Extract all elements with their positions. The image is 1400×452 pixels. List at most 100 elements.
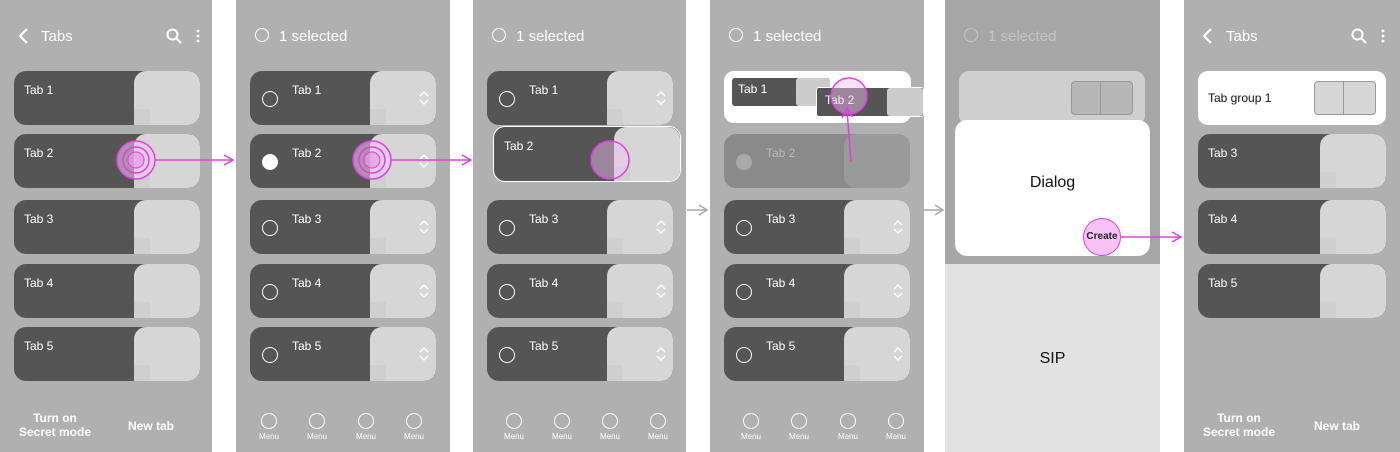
tab-label: Tab 4	[1208, 212, 1238, 226]
tab-checkbox[interactable]	[499, 347, 515, 363]
drag-handle-icon[interactable]	[418, 218, 430, 236]
menu-button[interactable]: Menu	[831, 413, 865, 441]
tab-card[interactable]: Tab 5	[1198, 264, 1386, 318]
tab-card[interactable]: Tab 1	[14, 71, 200, 125]
tab-card[interactable]: Tab 2	[14, 134, 200, 188]
menu-label: Menu	[837, 432, 858, 441]
back-icon[interactable]	[14, 26, 34, 46]
tab-checkbox[interactable]	[736, 347, 752, 363]
menu-button[interactable]: Menu	[641, 413, 675, 441]
menu-button[interactable]: Menu	[300, 413, 334, 441]
group-drop-target[interactable]: Tab 1 Tab 2	[724, 71, 924, 123]
screen-5-dialog: 1 selected SIP Dialog Create	[945, 0, 1160, 452]
tab-thumbnail	[844, 327, 910, 381]
menu-icon	[650, 413, 666, 429]
tab-card[interactable]: Tab 5	[724, 327, 910, 381]
drag-handle-icon[interactable]	[655, 218, 667, 236]
search-icon[interactable]	[166, 28, 182, 44]
tab-checkbox[interactable]	[262, 91, 278, 107]
flow-arrow	[687, 204, 709, 216]
tab-card[interactable]: Tab 3	[1198, 134, 1386, 188]
tab-checkbox[interactable]	[262, 154, 278, 170]
tab-card[interactable]: Tab 4	[724, 264, 910, 318]
tab-checkbox[interactable]	[262, 284, 278, 300]
tab-card[interactable]: Tab 1	[487, 71, 673, 125]
search-icon[interactable]	[1351, 28, 1367, 44]
drag-handle-icon[interactable]	[655, 282, 667, 300]
tab-thumbnail	[607, 71, 673, 125]
back-icon[interactable]	[1198, 26, 1218, 46]
menu-button[interactable]: Menu	[349, 413, 383, 441]
sip-label: SIP	[1039, 350, 1066, 367]
tab-card[interactable]: Tab 5	[14, 327, 200, 381]
tab-card[interactable]: Tab 3	[250, 200, 436, 254]
more-options-icon[interactable]	[196, 28, 200, 44]
tab-card[interactable]: Tab 5	[487, 327, 673, 381]
more-options-icon[interactable]	[1381, 28, 1385, 44]
select-all-checkbox[interactable]	[492, 28, 506, 42]
drag-handle-icon[interactable]	[418, 152, 430, 170]
drag-handle-icon[interactable]	[892, 345, 904, 363]
tab-card[interactable]: Tab 5	[250, 327, 436, 381]
tab-thumbnail	[887, 88, 923, 116]
menu-button[interactable]: Menu	[734, 413, 768, 441]
sip-keyboard[interactable]: SIP	[945, 264, 1160, 452]
menu-button[interactable]: Menu	[545, 413, 579, 441]
menu-label: Menu	[885, 432, 906, 441]
secret-mode-button[interactable]: Turn on Secret mode	[1194, 411, 1284, 439]
tab-checkbox[interactable]	[736, 154, 752, 170]
tab-card-dragging[interactable]: Tab 2	[493, 126, 681, 182]
tab-card[interactable]: Tab 3	[487, 200, 673, 254]
tab-card[interactable]: Tab 4	[487, 264, 673, 318]
tab-checkbox[interactable]	[736, 284, 752, 300]
tab-checkbox[interactable]	[499, 220, 515, 236]
tab-checkbox[interactable]	[262, 220, 278, 236]
drag-handle-icon[interactable]	[655, 89, 667, 107]
tab-card[interactable]: Tab 2	[250, 134, 436, 188]
new-tab-button[interactable]: New tab	[118, 419, 184, 433]
select-all-checkbox[interactable]	[255, 28, 269, 42]
menu-button[interactable]: Menu	[782, 413, 816, 441]
page-title: Tabs	[41, 28, 73, 45]
menu-button[interactable]: Menu	[593, 413, 627, 441]
drag-handle-icon[interactable]	[418, 282, 430, 300]
tab-card[interactable]: Tab 4	[1198, 200, 1386, 254]
menu-button[interactable]: Menu	[497, 413, 531, 441]
tab-card-mini: Tab 2	[816, 87, 924, 117]
menu-button[interactable]: Menu	[397, 413, 431, 441]
new-tab-button[interactable]: New tab	[1304, 419, 1370, 433]
menu-icon	[506, 413, 522, 429]
tab-thumbnail	[844, 264, 910, 318]
tab-card[interactable]: Tab 4	[250, 264, 436, 318]
tab-label: Tab 1	[24, 83, 54, 97]
tab-card[interactable]: Tab 4	[14, 264, 200, 318]
menu-label: Menu	[599, 432, 620, 441]
tab-checkbox[interactable]	[499, 91, 515, 107]
tab-label: Tab 4	[529, 276, 559, 290]
drag-handle-icon[interactable]	[892, 282, 904, 300]
tab-card-placeholder: Tab 2	[724, 134, 910, 188]
tab-checkbox[interactable]	[262, 347, 278, 363]
tab-card[interactable]: Tab 3	[14, 200, 200, 254]
tab-card[interactable]: Tab 1	[250, 71, 436, 125]
menu-label: Menu	[503, 432, 524, 441]
drag-handle-icon[interactable]	[418, 345, 430, 363]
tab-label: Tab 3	[1208, 146, 1238, 160]
tab-checkbox[interactable]	[499, 284, 515, 300]
tab-thumbnail	[1320, 264, 1386, 318]
drag-handle-icon[interactable]	[655, 345, 667, 363]
tab-checkbox[interactable]	[736, 220, 752, 236]
menu-button[interactable]: Menu	[879, 413, 913, 441]
menu-button[interactable]: Menu	[252, 413, 286, 441]
secret-mode-button[interactable]: Turn on Secret mode	[10, 411, 100, 439]
drag-handle-icon[interactable]	[892, 218, 904, 236]
tab-label: Tab 5	[1208, 276, 1238, 290]
drag-handle-icon[interactable]	[418, 89, 430, 107]
tab-thumbnail	[370, 327, 436, 381]
group-thumbnail	[1314, 81, 1376, 115]
tab-group-card[interactable]: Tab group 1	[1198, 71, 1386, 125]
tab-card[interactable]: Tab 3	[724, 200, 910, 254]
group-thumbnail	[1071, 81, 1133, 115]
select-all-checkbox[interactable]	[729, 28, 743, 42]
create-button[interactable]: Create	[1083, 231, 1121, 242]
